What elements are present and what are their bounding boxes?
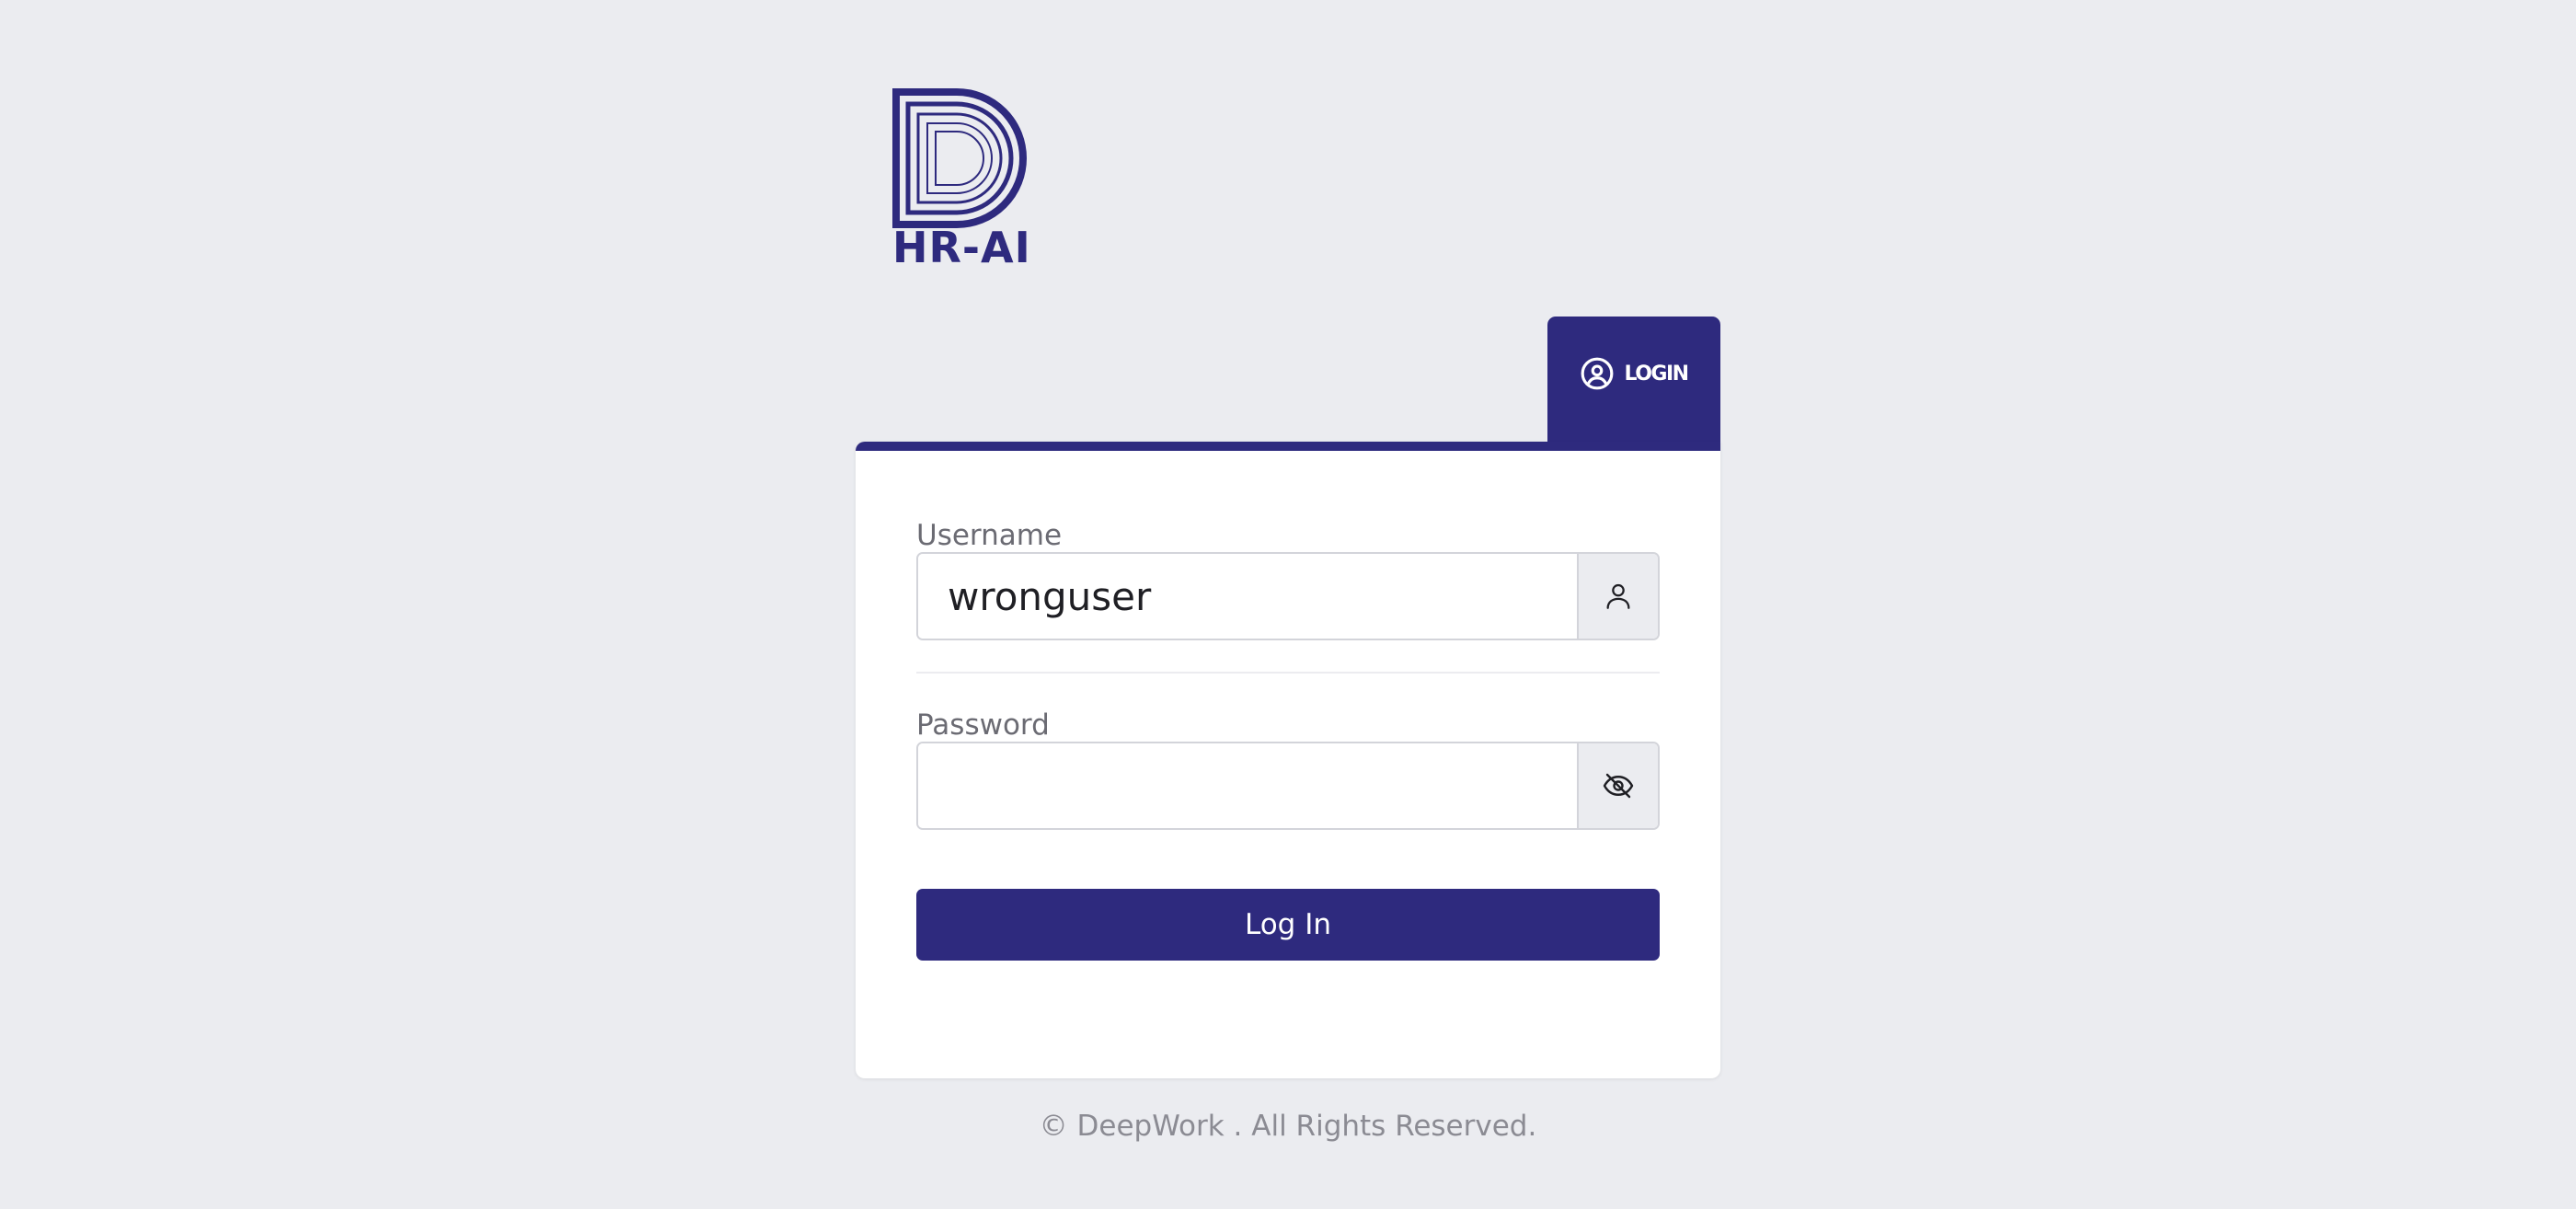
toggle-password-visibility[interactable] [1577,743,1658,828]
username-addon [1577,554,1658,639]
tab-login-label: LOGIN [1624,362,1689,386]
password-group [916,742,1660,830]
logo-text: HR-AI [892,223,1031,272]
password-input[interactable] [918,743,1577,828]
field-divider [916,672,1660,674]
username-label: Username [916,519,1063,552]
d-logo-icon [892,88,1027,228]
user-circle-icon [1581,357,1614,390]
eye-off-icon [1603,773,1634,799]
hr-ai-logo: HR-AI [892,88,1032,276]
user-icon [1606,583,1630,609]
username-input[interactable] [918,554,1577,639]
login-button[interactable]: Log In [916,889,1660,961]
username-group [916,552,1660,640]
tab-login[interactable]: LOGIN [1547,317,1720,453]
password-label: Password [916,708,1050,742]
login-card: Username Password Log In [856,442,1720,1078]
footer-copyright: © DeepWork . All Rights Reserved. [1039,1110,1537,1143]
login-page: HR-AI LOGIN Username Password [0,0,2576,1209]
